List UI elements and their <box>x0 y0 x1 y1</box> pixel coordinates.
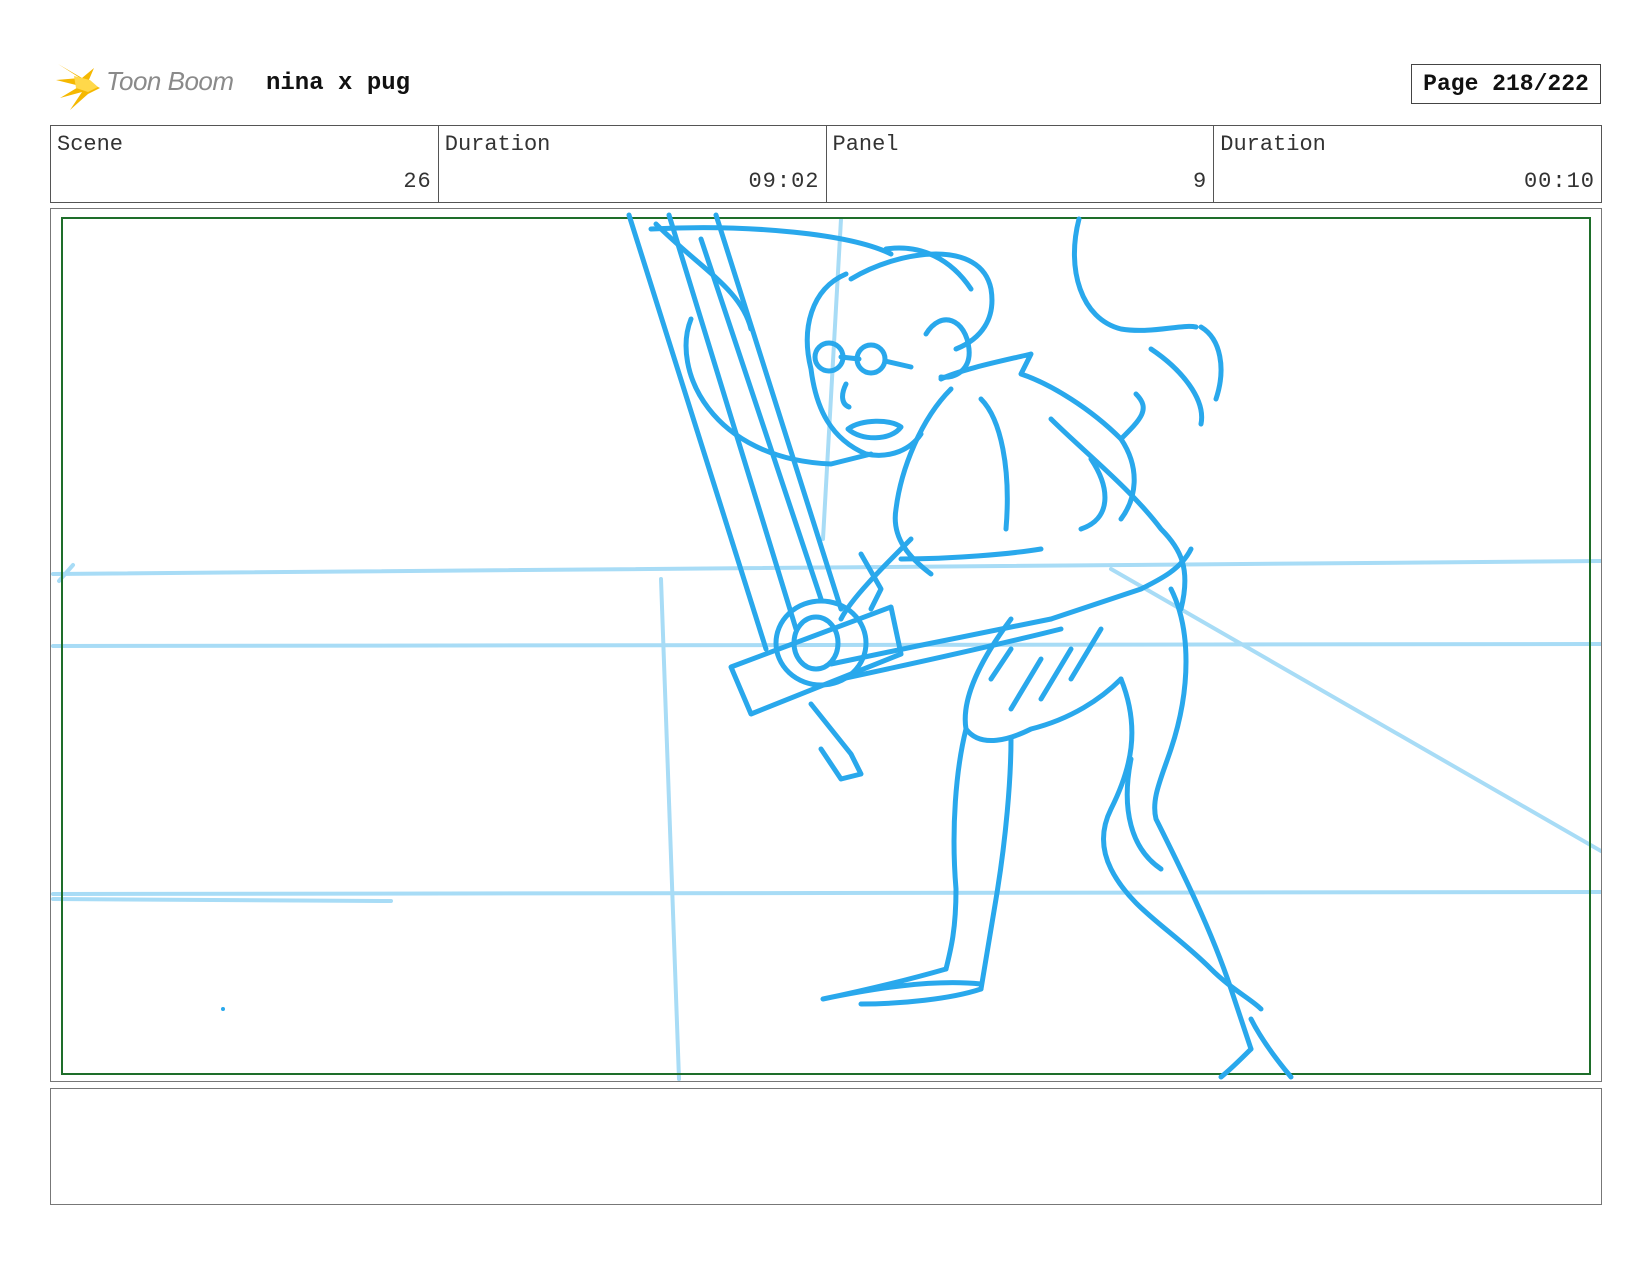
scene-duration-cell: Duration 09:02 <box>439 126 827 202</box>
panel-cell: Panel 9 <box>827 126 1215 202</box>
panel-value: 9 <box>1193 169 1208 194</box>
storyboard-panel <box>50 208 1602 1082</box>
scene-duration-value: 09:02 <box>748 169 820 194</box>
panel-duration-label: Duration <box>1220 132 1326 157</box>
scene-value: 26 <box>403 169 432 194</box>
panel-duration-cell: Duration 00:10 <box>1214 126 1601 202</box>
scene-duration-label: Duration <box>444 132 551 157</box>
guide-lines <box>51 217 1601 1081</box>
panel-label: Panel <box>832 132 899 157</box>
toon-boom-logo: Toon Boom <box>54 58 254 114</box>
panel-duration-value: 00:10 <box>1523 169 1595 194</box>
stray-mark <box>221 1007 225 1011</box>
scene-info-table: Scene 26 Duration 09:02 Panel 9 Duration… <box>50 125 1602 203</box>
panel-notes-box <box>50 1088 1602 1205</box>
project-title: nina x pug <box>266 70 411 97</box>
logo-wordmark: Toon Boom <box>106 66 234 96</box>
starburst-logo-icon <box>56 64 100 110</box>
page-indicator: Page 218/222 <box>1411 64 1601 104</box>
scene-label: Scene <box>57 132 124 157</box>
sketch-drawing <box>51 212 1601 1081</box>
scene-cell: Scene 26 <box>51 126 439 202</box>
